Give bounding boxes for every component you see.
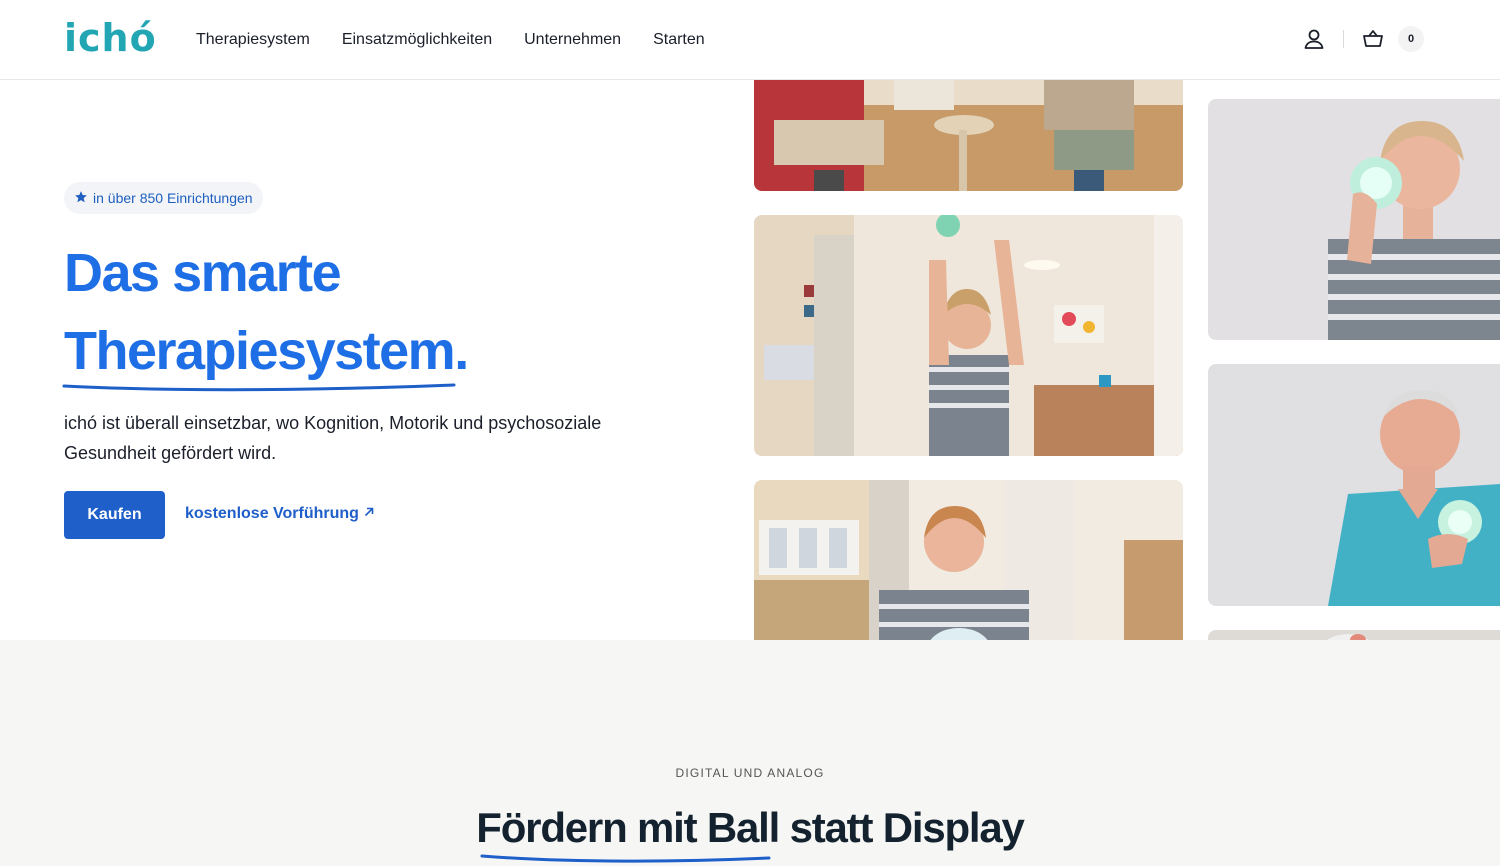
nav-item-starten[interactable]: Starten	[653, 30, 705, 50]
basket-icon[interactable]	[1360, 26, 1386, 52]
logo[interactable]: ichó	[64, 18, 157, 58]
hero-section: in über 850 Einrichtungen Das smarte The…	[0, 80, 1500, 640]
header-divider	[1343, 30, 1344, 48]
badge-text: in über 850 Einrichtungen	[93, 190, 253, 206]
title-underline	[62, 383, 456, 392]
star-icon	[74, 190, 88, 207]
photo-senior-with-ball	[754, 480, 1183, 640]
hero-description: ichó ist überall einsetzbar, wo Kognitio…	[64, 413, 602, 463]
digital-analog-section: DIGITAL UND ANALOG Fördern mit Ball stat…	[0, 640, 1500, 866]
demo-link-label: kostenlose Vorführung	[185, 505, 359, 522]
main-nav: Therapiesystem Einsatzmöglichkeiten Unte…	[196, 30, 705, 50]
header-actions: 0	[1301, 26, 1424, 52]
nav-item-einsatzmoeglichkeiten[interactable]: Einsatzmöglichkeiten	[342, 30, 492, 50]
installations-badge: in über 850 Einrichtungen	[64, 182, 263, 214]
photo-senior-woman-ball	[1208, 99, 1500, 340]
user-icon[interactable]	[1301, 26, 1327, 52]
section-title: Fördern mit Ball statt Display	[476, 804, 1025, 851]
free-demo-link[interactable]: kostenlose Vorführung	[185, 505, 375, 523]
arrow-up-right-icon	[363, 505, 375, 523]
hero-title: Das smarte Therapiesystem.	[64, 234, 684, 390]
buy-button[interactable]: Kaufen	[64, 491, 165, 539]
site-header: ichó Therapiesystem Einsatzmöglichkeiten…	[0, 0, 1500, 80]
nav-item-therapiesystem[interactable]: Therapiesystem	[196, 30, 310, 50]
cart-count-badge[interactable]: 0	[1398, 26, 1424, 52]
photo-seated-seniors	[754, 80, 1183, 191]
photo-senior-arms-raised	[754, 215, 1183, 456]
photo-senior-man-ball	[1208, 364, 1500, 606]
hero-title-line1: Das smarte	[64, 243, 342, 303]
photo-partial-bottom	[1208, 630, 1500, 640]
hero-title-line2: Therapiesystem.	[64, 321, 469, 381]
section-eyebrow: DIGITAL UND ANALOG	[675, 766, 825, 780]
section-title-underline	[480, 854, 771, 863]
nav-item-unternehmen[interactable]: Unternehmen	[524, 30, 621, 50]
